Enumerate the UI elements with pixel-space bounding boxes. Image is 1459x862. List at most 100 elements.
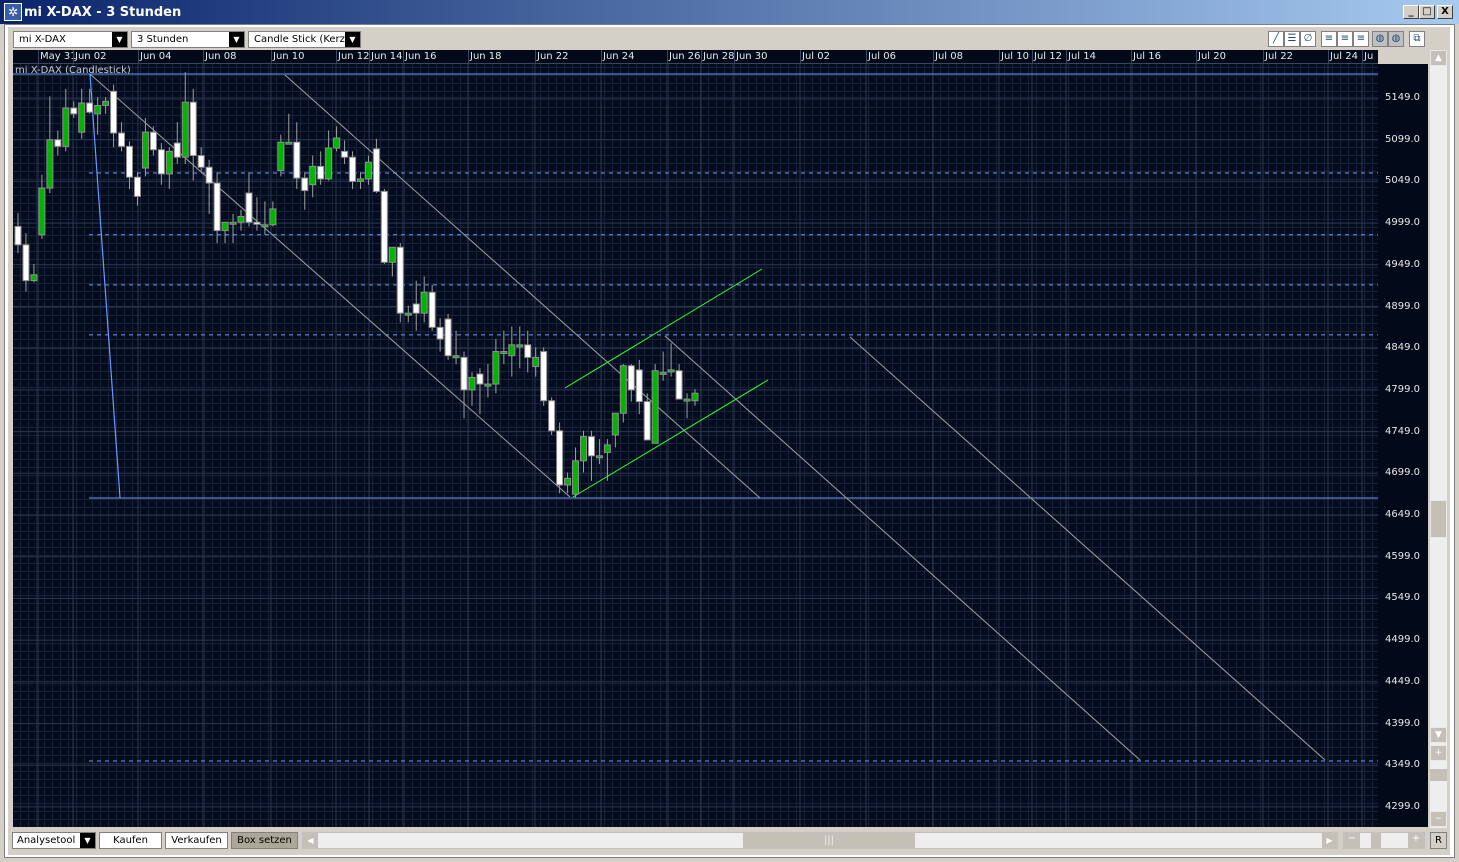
- date-label: Jun 12: [338, 51, 370, 62]
- color-scheme-icon[interactable]: ◍: [1372, 31, 1388, 47]
- candle-down: [173, 142, 181, 158]
- candle-up: [404, 312, 412, 316]
- date-label: May 31: [40, 51, 77, 62]
- candle-up: [30, 274, 38, 282]
- horizontal-scrollbar[interactable]: ◀ ||| ▶: [302, 832, 1338, 849]
- price-label: 4299.0: [1385, 800, 1420, 812]
- candle-up: [579, 436, 587, 462]
- date-separator: [38, 50, 39, 64]
- candle-up: [468, 376, 476, 391]
- date-separator: [601, 50, 602, 64]
- scroll-thumb[interactable]: [1430, 500, 1447, 538]
- candle-down: [86, 102, 94, 113]
- candle-up: [309, 165, 317, 186]
- scroll-left-icon[interactable]: ◀: [303, 833, 318, 848]
- date-separator: [1131, 50, 1132, 64]
- time-zoom-out-button[interactable]: −: [1344, 833, 1360, 848]
- price-label: 4849.0: [1385, 342, 1420, 354]
- candle-up: [181, 101, 189, 158]
- chevron-down-icon[interactable]: ▼: [80, 833, 95, 848]
- candle-down: [54, 139, 62, 147]
- grid-dotted-icon[interactable]: ≡: [1353, 31, 1369, 47]
- date-label: Jul 02: [802, 51, 830, 62]
- candle-down: [428, 291, 436, 328]
- time-zoom-in-button[interactable]: +: [1408, 833, 1424, 848]
- interval-select[interactable]: 3 Stunden ▼: [131, 31, 245, 48]
- scroll-down-icon[interactable]: ▼: [1430, 727, 1447, 743]
- detach-window-icon[interactable]: ⧉: [1409, 31, 1425, 47]
- chart-plot-area[interactable]: [13, 64, 1378, 827]
- pattern-icon[interactable]: ◍: [1388, 31, 1404, 47]
- candle-down: [627, 365, 635, 391]
- date-separator: [701, 50, 702, 64]
- trend-line: [89, 73, 121, 499]
- sell-button[interactable]: Verkaufen: [165, 832, 228, 849]
- zoom-thumb[interactable]: [1430, 769, 1447, 781]
- candle-up: [691, 392, 699, 402]
- candle-down: [126, 145, 134, 178]
- date-separator: [203, 50, 204, 64]
- candle-up: [229, 221, 237, 225]
- zoom-in-button[interactable]: +: [1430, 745, 1447, 761]
- chevron-down-icon[interactable]: ▼: [112, 32, 127, 47]
- candle-up: [102, 100, 110, 107]
- analysis-tool-select[interactable]: Analysetool ▼: [12, 832, 96, 849]
- chart-type-select[interactable]: Candle Stick (Kerze ▼: [248, 31, 361, 48]
- chevron-down-icon[interactable]: ▼: [229, 32, 244, 47]
- candle-up: [46, 139, 54, 189]
- candle-down: [444, 318, 452, 357]
- set-box-button[interactable]: Box setzen: [231, 832, 298, 849]
- candle-down: [245, 192, 253, 223]
- candle-up: [508, 344, 516, 357]
- chevron-down-icon[interactable]: ▼: [345, 32, 360, 47]
- price-label: 4699.0: [1385, 467, 1420, 479]
- series-label: mi X-DAX (Candlestick): [15, 65, 131, 76]
- vertical-scrollbar[interactable]: ▲ ▼: [1430, 50, 1447, 745]
- candle-up: [285, 141, 293, 145]
- candle-up: [277, 141, 285, 172]
- candlestick-chart: [13, 64, 1378, 827]
- maximize-button[interactable]: □: [1419, 5, 1435, 19]
- candle-down: [587, 436, 595, 457]
- date-label: Jul 24: [1330, 51, 1358, 62]
- instrument-select[interactable]: mi X-DAX ▼: [13, 31, 128, 48]
- candle-up: [78, 102, 86, 133]
- grid-lines-icon[interactable]: ≡: [1337, 31, 1353, 47]
- candle-up: [364, 161, 372, 180]
- candle-down: [643, 401, 651, 441]
- scroll-right-icon[interactable]: ▶: [1322, 833, 1337, 848]
- zoom-slider[interactable]: + −: [1430, 745, 1447, 828]
- candle-up: [595, 455, 603, 459]
- time-zoom-slider[interactable]: − +: [1343, 832, 1425, 849]
- horizontal-lines-icon[interactable]: ☰: [1284, 31, 1300, 47]
- time-zoom-thumb[interactable]: [1371, 833, 1381, 848]
- date-label: Ju: [1364, 51, 1374, 62]
- candle-down: [197, 155, 205, 168]
- date-separator: [369, 50, 370, 64]
- scroll-up-icon[interactable]: ▲: [1430, 50, 1447, 66]
- grid-dashed-icon[interactable]: ≡: [1321, 31, 1337, 47]
- date-separator: [403, 50, 404, 64]
- interval-value: 3 Stunden: [137, 34, 189, 45]
- zoom-out-button[interactable]: −: [1430, 811, 1447, 827]
- candle-up: [333, 137, 341, 149]
- date-separator: [999, 50, 1000, 64]
- candle-down: [149, 131, 157, 151]
- close-button[interactable]: X: [1437, 5, 1453, 19]
- candle-up: [38, 187, 46, 236]
- reset-button[interactable]: R: [1430, 832, 1447, 849]
- draw-line-icon[interactable]: ╱: [1268, 31, 1284, 47]
- buy-button[interactable]: Kaufen: [99, 832, 162, 849]
- minimize-button[interactable]: _: [1403, 5, 1419, 19]
- price-label: 5149.0: [1385, 92, 1420, 103]
- candle-down: [253, 221, 261, 225]
- date-label: Jun 22: [537, 51, 569, 62]
- price-label: 4349.0: [1385, 759, 1420, 771]
- date-separator: [73, 50, 74, 64]
- date-label: Jun 24: [603, 51, 635, 62]
- horizontal-scroll-thumb[interactable]: |||: [743, 833, 915, 848]
- candle-down: [380, 190, 388, 263]
- candle-up: [659, 371, 667, 375]
- no-draw-icon[interactable]: ∅: [1300, 31, 1316, 47]
- price-label: 5049.0: [1385, 175, 1420, 187]
